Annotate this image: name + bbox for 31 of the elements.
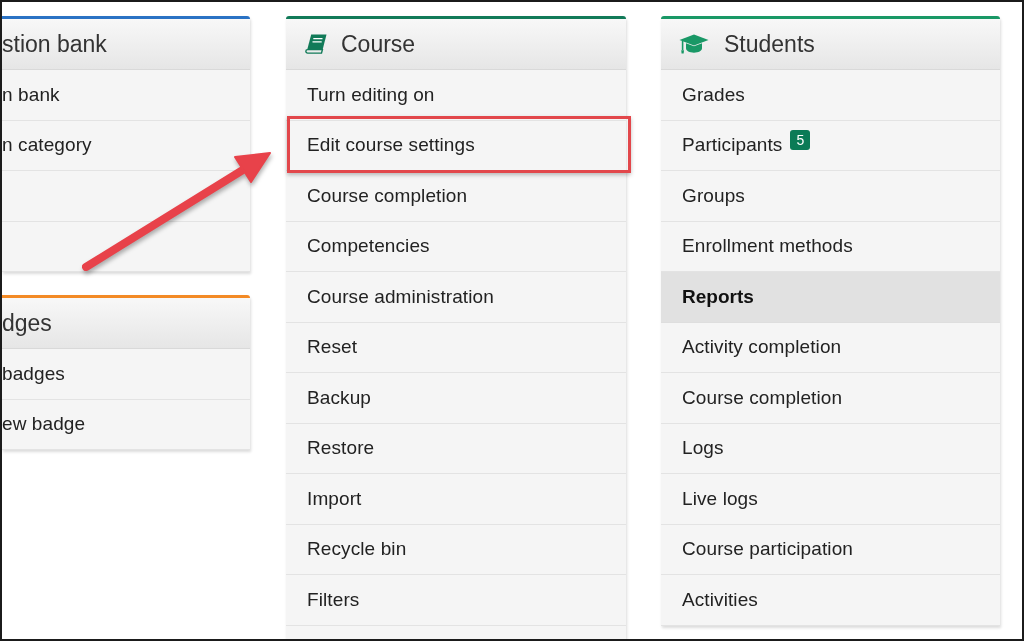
graduation-cap-icon — [679, 34, 709, 54]
section-heading: Reports — [661, 272, 1000, 323]
menu-item[interactable]: Course completion — [286, 171, 626, 222]
menu-item[interactable]: Competencies — [286, 221, 626, 272]
card-title: Students — [724, 29, 815, 59]
menu-item[interactable]: Backup — [286, 373, 626, 424]
menu-item[interactable]: Course participation — [661, 524, 1000, 575]
menu-item[interactable]: n bank — [2, 70, 250, 121]
menu-item[interactable]: Restore — [286, 423, 626, 474]
menu-item[interactable]: Edit course settings — [286, 120, 626, 171]
menu-item[interactable]: Grades — [661, 70, 1000, 121]
menu-item[interactable]: Course administration — [286, 272, 626, 323]
book-icon — [305, 34, 327, 54]
menu-item[interactable]: Filters — [286, 575, 626, 626]
menu-item[interactable]: Live logs — [661, 474, 1000, 525]
menu-item[interactable]: Participants 5 — [661, 120, 1000, 171]
menu-item[interactable]: Import — [286, 474, 626, 525]
card-title: Course — [341, 29, 416, 59]
menu-item[interactable]: Course completion — [661, 373, 1000, 424]
menu-item[interactable]: ew badge — [2, 399, 250, 450]
menu-item[interactable]: Logs — [661, 423, 1000, 474]
menu-item[interactable]: Activity completion — [661, 322, 1000, 373]
menu-item[interactable]: Reset — [286, 322, 626, 373]
card-title: stion bank — [2, 29, 107, 59]
menu-item[interactable]: badges — [2, 349, 250, 400]
menu-item[interactable]: Activities — [661, 575, 1000, 626]
card-title: dges — [2, 308, 52, 338]
menu-item[interactable]: Recycle bin — [286, 524, 626, 575]
count-badge: 5 — [790, 130, 811, 151]
menu-item[interactable]: Groups — [661, 171, 1000, 222]
menu-item[interactable]: Turn editing on — [286, 70, 626, 121]
